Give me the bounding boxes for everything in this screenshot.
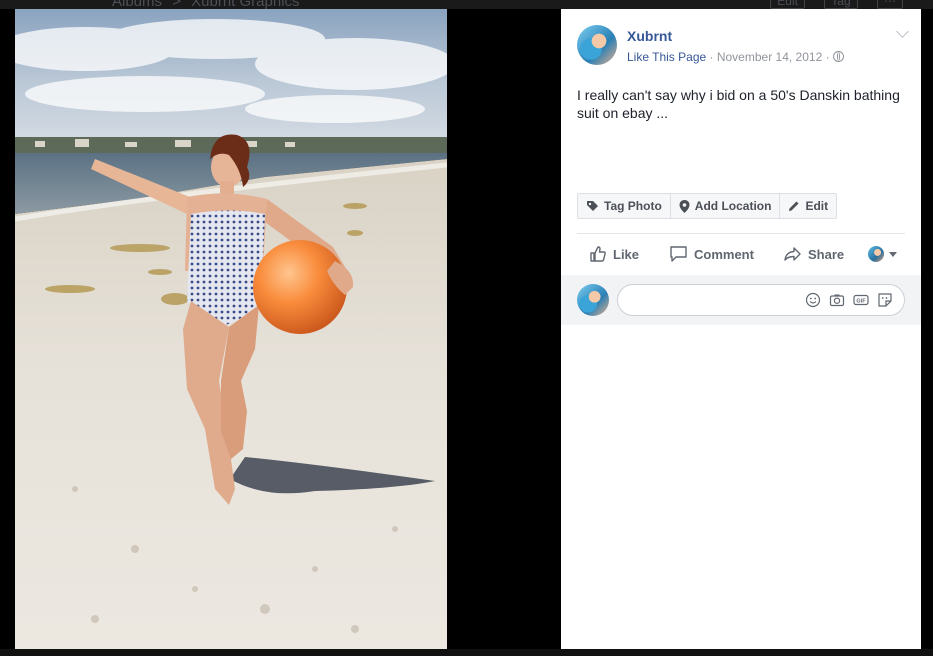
breadcrumb: Albums > Xubrnt Graphics (112, 0, 306, 9)
top-more-button[interactable]: ⋯ (877, 0, 903, 9)
chevron-down-icon[interactable] (896, 25, 909, 38)
svg-text:GIF: GIF (856, 299, 866, 305)
post-date[interactable]: November 14, 2012 (717, 50, 822, 64)
share-button[interactable]: Share (783, 245, 844, 263)
edit-label: Edit (805, 199, 829, 213)
share-arrow-icon (783, 245, 802, 263)
post-caption: I really can't say why i bid on a 50's D… (577, 87, 900, 121)
page-avatar[interactable] (577, 25, 617, 65)
photo-stage (0, 9, 561, 649)
thumbs-up-icon (589, 245, 607, 263)
page-name-link[interactable]: Xubrnt (627, 28, 672, 44)
top-bar: Albums > Xubrnt Graphics Edit Tag ⋯ (0, 0, 933, 9)
divider (577, 233, 905, 234)
add-location-label: Add Location (694, 199, 772, 213)
comment-composer: GIF (561, 275, 921, 325)
post-header: Xubrnt Like This Page · November 14, 201… (577, 25, 909, 69)
top-edit-button[interactable]: Edit (770, 0, 805, 9)
tag-photo-button[interactable]: Tag Photo (578, 194, 671, 218)
caret-down-icon (889, 251, 897, 257)
orange-ball (253, 240, 347, 334)
share-label: Share (808, 246, 845, 262)
top-tag-button[interactable]: Tag (824, 0, 858, 9)
gif-icon[interactable]: GIF (853, 292, 869, 308)
meta-separator: · (706, 50, 717, 64)
bottom-strip (0, 649, 933, 656)
photo-actions-bar: Tag Photo Add Location Edit (577, 193, 838, 219)
meta-separator-2: · (822, 50, 833, 64)
add-location-button[interactable]: Add Location (671, 194, 781, 218)
comment-button[interactable]: Comment (669, 245, 754, 263)
pencil-icon (788, 200, 800, 212)
post-panel: Xubrnt Like This Page · November 14, 201… (561, 9, 921, 649)
avatar (868, 246, 884, 262)
emoji-icon[interactable] (805, 292, 821, 308)
beach-photo[interactable] (15, 9, 447, 649)
tag-photo-label: Tag Photo (604, 199, 662, 213)
post-meta: Like This Page · November 14, 2012 · (627, 50, 844, 64)
tag-icon (586, 200, 599, 213)
like-label: Like (613, 246, 640, 262)
sticker-icon[interactable] (877, 292, 893, 308)
like-page-link[interactable]: Like This Page (627, 50, 706, 64)
comment-label: Comment (694, 246, 754, 262)
globe-icon[interactable] (832, 51, 844, 62)
like-button[interactable]: Like (589, 245, 639, 263)
edit-button[interactable]: Edit (780, 194, 836, 218)
location-pin-icon (679, 199, 690, 213)
breadcrumb-albums[interactable]: Albums (112, 0, 162, 9)
comment-icon (669, 245, 688, 263)
reaction-bar: Like Comment Share (577, 239, 905, 269)
breadcrumb-album-name[interactable]: Xubrnt Graphics (191, 0, 299, 9)
reaction-audience-selector[interactable] (868, 246, 897, 262)
top-actions: Edit Tag ⋯ (754, 0, 903, 9)
comment-icons: GIF (805, 292, 893, 308)
commenter-avatar (577, 284, 609, 316)
breadcrumb-separator: > (172, 0, 181, 9)
camera-icon[interactable] (829, 292, 845, 308)
